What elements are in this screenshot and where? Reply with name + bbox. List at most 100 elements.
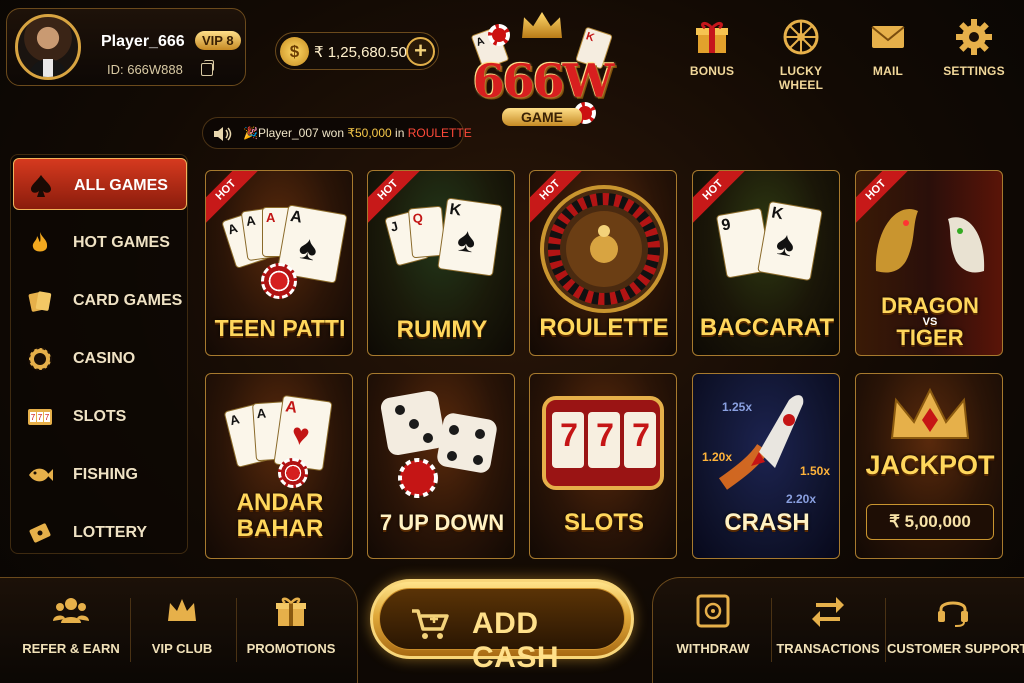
- game-tile-baccarat[interactable]: 9 K ♠ BACCARAT HOT: [692, 170, 840, 356]
- sidebar-label-lottery: LOTTERY: [73, 524, 148, 541]
- sidebar-item-hot-games[interactable]: HOT GAMES: [13, 216, 187, 268]
- game-title-slots: SLOTS: [563, 509, 644, 536]
- chip-icon: [27, 346, 53, 372]
- crash-multiplier-3: 1.50x: [799, 464, 831, 478]
- game-tile-andar-bahar[interactable]: A A A ♥ ANDAR BAHAR: [205, 373, 353, 559]
- gear-icon: [955, 18, 993, 56]
- vip-club-label: VIP CLUB: [151, 641, 213, 656]
- svg-text:7: 7: [31, 413, 36, 422]
- ticker-player: Player_007 won: [257, 126, 348, 140]
- flame-icon: [27, 230, 53, 256]
- game-title-teen-patti: TEEN PATTI: [214, 315, 346, 341]
- jackpot-amount: ₹ 5,00,000: [866, 504, 994, 540]
- vip-club-button[interactable]: VIP CLUB: [128, 593, 236, 673]
- sidebar-item-fishing[interactable]: FISHING: [13, 448, 187, 500]
- people-icon: [53, 593, 89, 629]
- transfer-arrows-icon: [810, 593, 846, 629]
- withdraw-label: WITHDRAW: [676, 641, 750, 656]
- lucky-wheel-label: LUCKY WHEEL: [778, 64, 824, 92]
- gift-icon: [273, 593, 309, 629]
- refer-earn-label: REFER & EARN: [22, 641, 120, 656]
- ticket-icon: [27, 520, 53, 546]
- divider: [885, 598, 886, 662]
- game-tile-teen-patti[interactable]: A A A A ♠ TEEN PATTI HOT: [205, 170, 353, 356]
- profile-card[interactable]: Player_666 VIP 8 ID: 666W888: [6, 8, 246, 86]
- sidebar-item-lottery[interactable]: LOTTERY: [13, 506, 187, 558]
- game-tile-rummy[interactable]: J Q K ♠ RUMMY HOT: [367, 170, 515, 356]
- withdraw-button[interactable]: WITHDRAW: [659, 593, 767, 673]
- balance-amount: ₹ 1,25,680.50: [314, 44, 407, 61]
- cart-icon: [410, 607, 450, 641]
- game-tile-slots[interactable]: 7 7 7 SLOTS: [529, 373, 677, 559]
- vip-badge: VIP 8: [195, 31, 241, 50]
- game-tile-dragon-vs-tiger[interactable]: DRAGON VS TIGER HOT: [855, 170, 1003, 356]
- copy-icon[interactable]: [201, 60, 214, 76]
- bottom-nav-right: WITHDRAW TRANSACTIONS CUSTOMER SUPPORT: [652, 577, 1024, 683]
- transactions-label: TRANSACTIONS: [776, 641, 880, 656]
- game-tile-roulette[interactable]: ROULETTE HOT: [529, 170, 677, 356]
- game-title-jackpot: JACKPOT: [865, 450, 995, 480]
- game-title-tiger: TIGER: [896, 325, 964, 350]
- transactions-button[interactable]: TRANSACTIONS: [773, 593, 883, 673]
- sidebar-item-card-games[interactable]: CARD GAMES: [13, 274, 187, 326]
- win-announcement-ticker: 🎉Player_007 won ₹50,000 in ROULETTE: [202, 117, 472, 149]
- sidebar-item-casino[interactable]: CASINO: [13, 332, 187, 384]
- bonus-button[interactable]: BONUS: [672, 18, 752, 84]
- cards-icon: [27, 288, 53, 314]
- mail-icon: [869, 18, 907, 56]
- slot-reel-1: 7: [560, 417, 578, 453]
- logo-chip-icon: [488, 24, 510, 46]
- sidebar-label-all-games: ALL GAMES: [74, 177, 168, 194]
- game-title-roulette: ROULETTE: [539, 314, 669, 341]
- category-sidebar: ALL GAMES HOT GAMES CARD GAMES CASINO 77…: [10, 154, 188, 554]
- lucky-wheel-button[interactable]: LUCKY WHEEL: [758, 18, 844, 92]
- promotions-button[interactable]: PROMOTIONS: [236, 593, 346, 673]
- game-tile-crash[interactable]: 1.25x 1.20x 1.50x 2.20x CRASH: [692, 373, 840, 559]
- customer-support-button[interactable]: CUSTOMER SUPPORT: [887, 593, 1024, 673]
- andar-bahar-card-3: A ♥: [273, 394, 333, 472]
- settings-label: SETTINGS: [943, 64, 1005, 78]
- ticker-message: 🎉Player_007 won ₹50,000 in ROULETTE: [243, 126, 472, 140]
- customer-support-label: CUSTOMER SUPPORT: [887, 641, 1024, 656]
- fish-icon: [27, 462, 53, 488]
- game-logo: A K 666W GAME: [452, 6, 632, 134]
- coin-icon: $: [280, 37, 309, 66]
- slot-reel-2: 7: [596, 417, 614, 453]
- spade-icon: [28, 173, 54, 199]
- mail-button[interactable]: MAIL: [848, 18, 928, 84]
- sidebar-label-slots: SLOTS: [73, 408, 127, 425]
- refer-earn-button[interactable]: REFER & EARN: [14, 593, 128, 673]
- crash-multiplier-2: 1.20x: [701, 450, 733, 464]
- mail-label: MAIL: [872, 64, 904, 78]
- game-tile-jackpot[interactable]: JACKPOT ₹ 5,00,000: [855, 373, 1003, 559]
- add-balance-plus-icon[interactable]: +: [406, 37, 435, 66]
- speaker-icon: [213, 126, 233, 142]
- gift-icon: [693, 18, 731, 56]
- game-title-rummy: RUMMY: [396, 316, 488, 343]
- sidebar-label-fishing: FISHING: [73, 466, 138, 483]
- sidebar-item-slots[interactable]: 777 SLOTS: [13, 390, 187, 442]
- teen-patti-chip-icon: [261, 263, 297, 299]
- avatar[interactable]: [15, 14, 81, 80]
- wheel-icon: [782, 18, 820, 56]
- sidebar-label-card-games: CARD GAMES: [73, 292, 183, 309]
- sidebar-item-all-games[interactable]: ALL GAMES: [13, 158, 187, 210]
- game-tile-7-up-down[interactable]: 7 UP DOWN: [367, 373, 515, 559]
- sidebar-label-casino: CASINO: [73, 350, 136, 367]
- baccarat-card-2: K ♠: [757, 200, 823, 282]
- bottom-nav-left: REFER & EARN VIP CLUB PROMOTIONS: [0, 577, 358, 683]
- crown-icon: [164, 593, 200, 629]
- player-id: ID: 666W888: [107, 62, 183, 77]
- game-title-dragon: DRAGON: [881, 293, 979, 318]
- game-title-bahar: BAHAR: [236, 515, 324, 542]
- rummy-card-3: K ♠: [437, 197, 503, 277]
- logo-title: 666W: [472, 54, 615, 108]
- bonus-label: BONUS: [689, 64, 735, 78]
- logo-subtitle: GAME: [502, 108, 582, 126]
- slot-reel-3: 7: [632, 417, 650, 453]
- headset-icon: [935, 593, 971, 629]
- add-cash-button[interactable]: ADD CASH: [370, 579, 634, 674]
- settings-button[interactable]: SETTINGS: [934, 18, 1014, 84]
- top-bar: Player_666 VIP 8 ID: 666W888 $ ₹ 1,25,68…: [0, 0, 1024, 126]
- game-title-crash: CRASH: [724, 509, 810, 536]
